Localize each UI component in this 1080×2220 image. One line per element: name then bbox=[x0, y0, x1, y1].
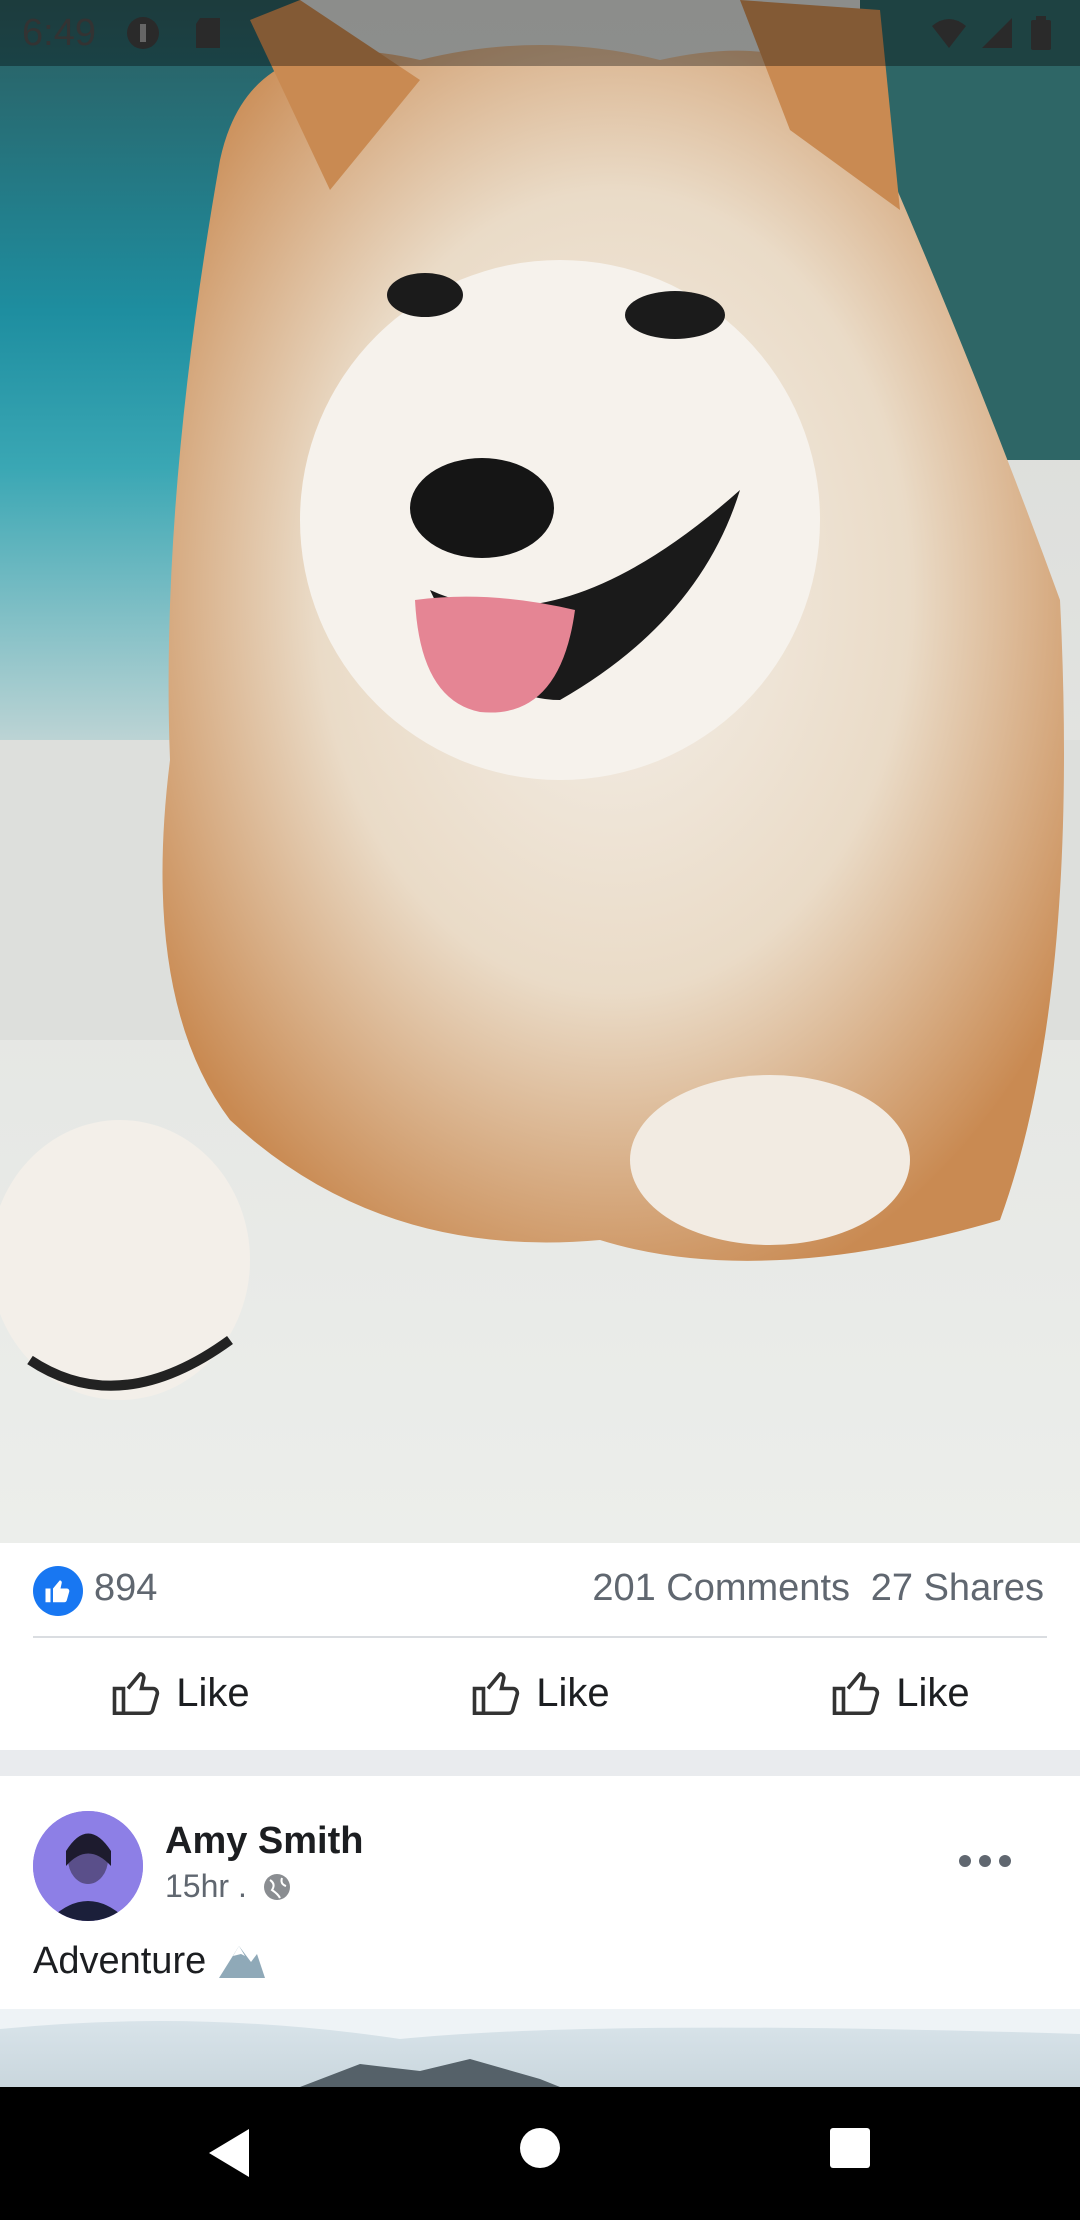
thumbs-up-icon bbox=[112, 1672, 160, 1716]
like-button-label: Like bbox=[896, 1670, 970, 1715]
post-actions: Like Like Like bbox=[0, 1638, 1080, 1748]
wifi-icon bbox=[932, 19, 966, 48]
post-caption: Adventure bbox=[33, 1940, 207, 1982]
navigation-bar bbox=[0, 2087, 1080, 2220]
signal-icon bbox=[982, 18, 1012, 48]
author-name[interactable]: Amy Smith bbox=[165, 1820, 363, 1863]
globe-icon bbox=[264, 1874, 290, 1900]
comments-count[interactable]: 201 Comments bbox=[592, 1567, 850, 1610]
post-header: Amy Smith 15hr . Adventure bbox=[0, 1776, 1080, 2006]
battery-icon bbox=[1031, 16, 1051, 50]
like-reaction-icon bbox=[33, 1566, 83, 1616]
snow-capped-mountain-icon bbox=[219, 1946, 265, 1978]
reaction-summary: 894 201 Comments 27 Shares bbox=[0, 1543, 1080, 1638]
recents-icon[interactable] bbox=[829, 2127, 871, 2169]
like-button-label: Like bbox=[536, 1670, 610, 1715]
feed-separator bbox=[0, 1750, 1080, 1776]
like-count[interactable]: 894 bbox=[94, 1567, 157, 1610]
like-button-3[interactable]: Like bbox=[720, 1638, 1080, 1748]
more-options-icon[interactable] bbox=[955, 1846, 1015, 1876]
dog-photo-image bbox=[0, 0, 1080, 1543]
shares-count[interactable]: 27 Shares bbox=[871, 1567, 1044, 1610]
like-button-2[interactable]: Like bbox=[360, 1638, 720, 1748]
home-icon[interactable] bbox=[519, 2127, 561, 2169]
thumbs-up-icon bbox=[832, 1672, 880, 1716]
status-bar: 6:49 bbox=[0, 0, 1080, 66]
circle-app-icon bbox=[127, 17, 159, 49]
status-time: 6:49 bbox=[22, 12, 96, 54]
like-button-label: Like bbox=[176, 1670, 250, 1715]
back-icon[interactable] bbox=[205, 2127, 253, 2179]
thumbs-up-icon bbox=[472, 1672, 520, 1716]
like-button-1[interactable]: Like bbox=[0, 1638, 360, 1748]
sd-card-icon bbox=[196, 18, 220, 48]
avatar[interactable] bbox=[33, 1811, 143, 1921]
next-post-photo[interactable] bbox=[0, 2009, 1080, 2087]
post-time: 15hr . bbox=[165, 1868, 247, 1904]
post-photo[interactable] bbox=[0, 0, 1080, 1543]
